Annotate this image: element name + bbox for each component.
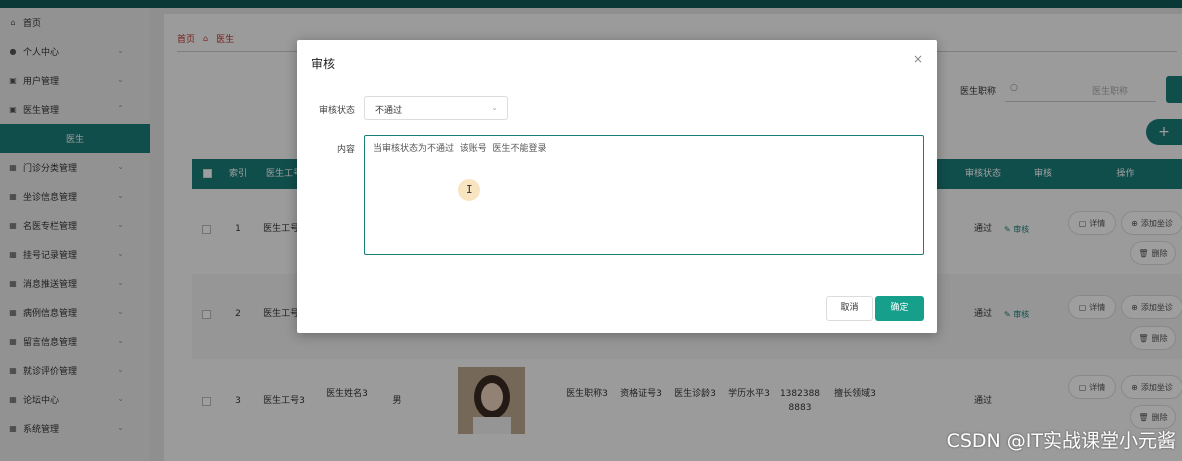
- content-label: 内容: [336, 145, 355, 155]
- text-cursor-icon: I: [466, 183, 473, 196]
- status-select[interactable]: 不通过 ⌄: [364, 96, 508, 120]
- cancel-button[interactable]: 取消: [826, 296, 873, 321]
- status-label: 审核状态: [318, 106, 355, 116]
- status-value: 不通过: [375, 106, 403, 116]
- chevron-down-icon: ⌄: [491, 103, 498, 112]
- content-textarea[interactable]: [364, 135, 924, 255]
- confirm-button[interactable]: 确定: [875, 296, 924, 321]
- watermark: CSDN @IT实战课堂小元酱: [946, 430, 1176, 452]
- close-icon[interactable]: ×: [913, 52, 923, 66]
- dialog-title: 审核: [311, 57, 336, 71]
- audit-dialog: 审核 × 审核状态 不通过 ⌄ 内容 I 取消 确定: [297, 40, 937, 333]
